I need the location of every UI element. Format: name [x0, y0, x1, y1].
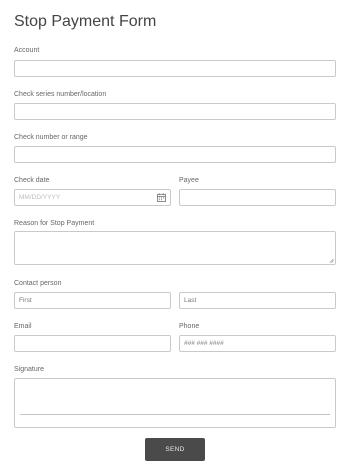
signature-pad[interactable] — [14, 378, 336, 428]
resize-grip-icon[interactable] — [329, 258, 334, 263]
check-number-label: Check number or range — [14, 134, 88, 141]
account-input[interactable] — [14, 60, 336, 77]
form-title: Stop Payment Form — [14, 13, 157, 30]
check-number-input[interactable] — [14, 146, 336, 163]
last-name-input[interactable] — [179, 292, 336, 309]
check-date-label: Check date — [14, 177, 50, 184]
payee-label: Payee — [179, 177, 199, 184]
first-name-input[interactable] — [14, 292, 171, 309]
reason-label: Reason for Stop Payment — [14, 220, 95, 227]
contact-person-label: Contact person — [14, 280, 62, 287]
payee-input[interactable] — [179, 189, 336, 206]
send-button[interactable]: SEND — [145, 438, 205, 461]
phone-input[interactable] — [179, 335, 336, 352]
check-series-label: Check series number/location — [14, 91, 107, 98]
signature-line — [20, 414, 330, 415]
email-label: Email — [14, 323, 32, 330]
account-label: Account — [14, 47, 40, 54]
calendar-icon[interactable] — [157, 193, 166, 202]
email-input[interactable] — [14, 335, 171, 352]
reason-textarea[interactable] — [14, 231, 336, 265]
signature-label: Signature — [14, 366, 44, 373]
phone-label: Phone — [179, 323, 200, 330]
check-date-input[interactable] — [14, 189, 171, 206]
check-series-input[interactable] — [14, 103, 336, 120]
